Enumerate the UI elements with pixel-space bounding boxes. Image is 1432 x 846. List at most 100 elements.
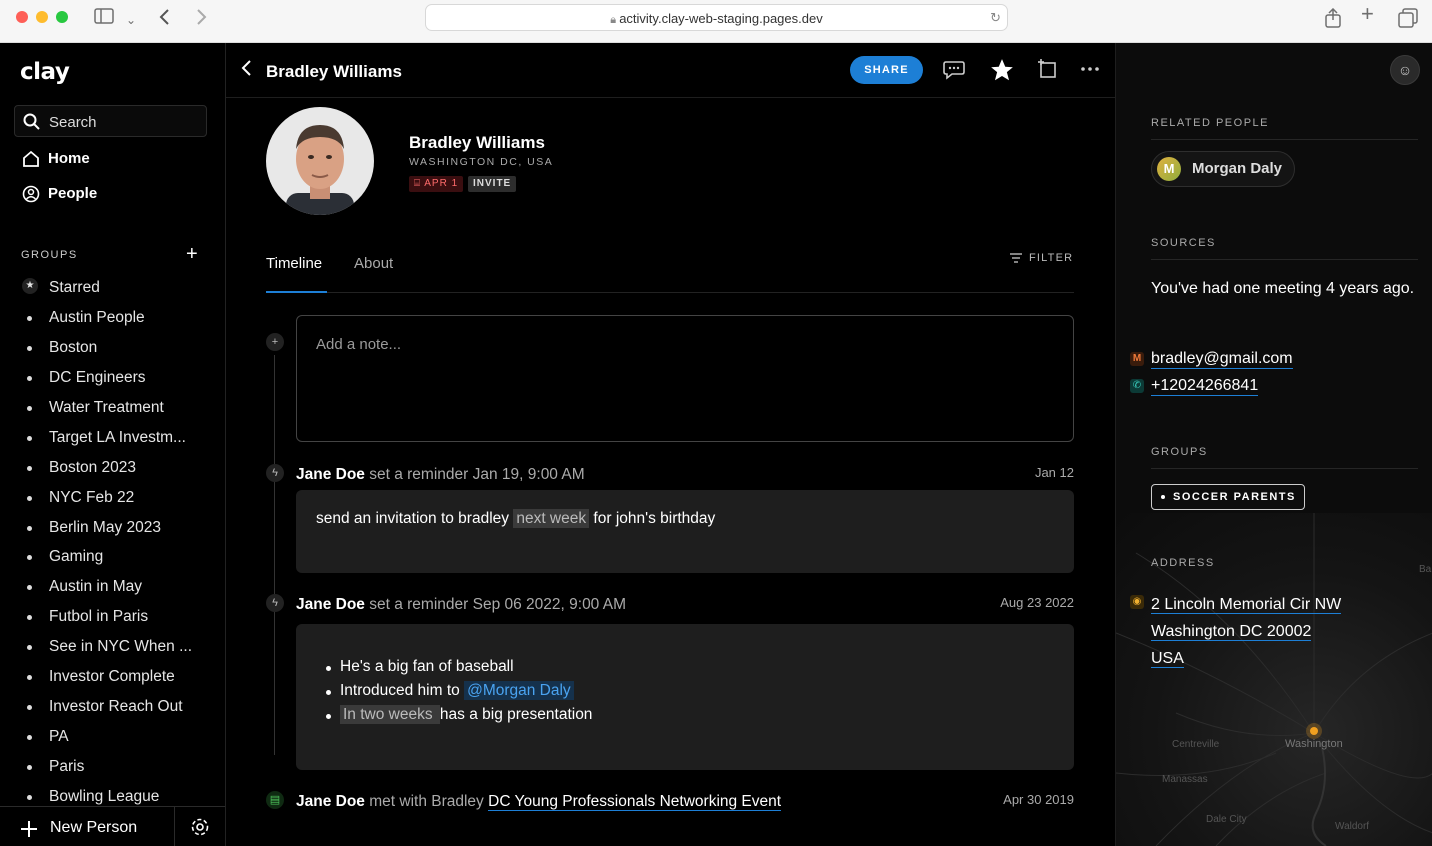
minimize-window-button[interactable] xyxy=(36,11,48,23)
sources-summary: You've had one meeting 4 years ago. xyxy=(1151,280,1415,297)
divider xyxy=(1151,139,1418,140)
entry-author[interactable]: Jane Doe xyxy=(296,466,365,483)
group-tag[interactable]: SOCCER PARENTS xyxy=(1151,484,1305,510)
address-line[interactable]: USA xyxy=(1151,650,1184,668)
filter-label: FILTER xyxy=(1029,252,1074,264)
invite-button[interactable]: INVITE xyxy=(468,176,517,192)
bullet-icon xyxy=(27,346,32,351)
bullet-icon xyxy=(27,436,32,441)
map-label: Dale City xyxy=(1206,814,1247,825)
reminder-card[interactable]: send an invitation to bradley next week … xyxy=(296,490,1074,573)
calendar-icon: ▤ xyxy=(266,791,284,809)
sidebar-footer: New Person xyxy=(0,806,225,846)
list-item: He's a big fan of baseball xyxy=(320,658,592,682)
map-label: Ba xyxy=(1419,564,1432,575)
bullet-icon xyxy=(27,645,32,650)
back-button[interactable] xyxy=(240,57,254,85)
tab-about[interactable]: About xyxy=(354,255,393,272)
more-options-icon[interactable] xyxy=(1078,57,1104,83)
map-label: Centreville xyxy=(1172,739,1220,750)
message-icon[interactable] xyxy=(942,57,968,83)
main-header: Bradley Williams SHARE xyxy=(226,43,1115,98)
birthday-badge-label: APR 1 xyxy=(424,178,459,189)
note-input[interactable]: Add a note... xyxy=(296,315,1074,442)
entry-author[interactable]: Jane Doe xyxy=(296,596,365,613)
back-icon[interactable] xyxy=(158,8,172,29)
entry-action: set a reminder Sep 06 2022, 9:00 AM xyxy=(369,596,627,613)
new-person-label: New Person xyxy=(50,819,138,836)
profile-avatar xyxy=(266,107,374,215)
list-item: Introduced him to @Morgan Daly xyxy=(320,681,592,706)
birthday-badge[interactable]: ⌸ APR 1 xyxy=(409,176,464,192)
phone-link[interactable]: +12024266841 xyxy=(1151,377,1259,396)
group-label: NYC Feb 22 xyxy=(49,489,135,506)
sidebar-toggle-icon[interactable] xyxy=(94,8,114,27)
nav-home-label: Home xyxy=(48,150,90,167)
home-icon xyxy=(23,150,39,167)
group-label: Target LA Investm... xyxy=(49,429,186,446)
divider xyxy=(1151,468,1418,469)
clay-logo[interactable]: clay xyxy=(20,59,70,85)
groups-heading: GROUPS xyxy=(1151,446,1208,458)
timeline-entry-header: Jane Doe met with Bradley DC Young Profe… xyxy=(296,793,782,811)
date-highlight: In two weeks xyxy=(340,705,440,724)
reminder-text-end: for john's birthday xyxy=(589,510,716,527)
bullet-icon xyxy=(27,795,32,800)
address-line-text: 2 Lincoln Memorial Cir NW xyxy=(1151,596,1342,614)
chevron-down-icon[interactable]: ⌄ xyxy=(126,11,136,29)
group-label: Austin People xyxy=(49,309,145,326)
bullet-icon xyxy=(27,526,32,531)
list-item: In two weeks has a big presentation xyxy=(320,705,592,730)
settings-button[interactable] xyxy=(174,807,225,846)
maximize-window-button[interactable] xyxy=(56,11,68,23)
bullet-icon xyxy=(27,316,32,321)
group-label: PA xyxy=(49,728,69,745)
profile-location: WASHINGTON DC, USA xyxy=(409,156,554,168)
address-heading: ADDRESS xyxy=(1151,557,1215,569)
reminder-text: send an invitation to bradley next week … xyxy=(316,509,716,528)
share-sheet-icon[interactable] xyxy=(1324,7,1342,31)
map-label: Manassas xyxy=(1162,774,1208,785)
star-icon[interactable] xyxy=(989,57,1015,83)
related-person-chip[interactable]: M Morgan Daly xyxy=(1151,151,1296,187)
entry-author[interactable]: Jane Doe xyxy=(296,793,365,810)
new-tab-icon[interactable]: + xyxy=(1361,3,1374,25)
forward-icon[interactable] xyxy=(194,8,208,29)
bullet-icon xyxy=(27,615,32,620)
reminder-card[interactable]: He's a big fan of baseball Introduced hi… xyxy=(296,624,1074,770)
tab-timeline[interactable]: Timeline xyxy=(266,255,322,272)
timeline-track xyxy=(274,355,275,755)
bullet-icon xyxy=(27,675,32,680)
groups-heading: GROUPS xyxy=(21,249,78,261)
divider xyxy=(1151,259,1418,260)
event-link[interactable]: DC Young Professionals Networking Event xyxy=(488,793,782,811)
entry-date: Apr 30 2019 xyxy=(1003,792,1074,807)
address-line[interactable]: Washington DC 20002 xyxy=(1151,623,1312,641)
search-input[interactable]: Search xyxy=(14,105,207,137)
group-label: Paris xyxy=(49,758,85,775)
reload-icon[interactable]: ↻ xyxy=(990,10,1001,26)
location-pin-icon: ◉ xyxy=(1130,595,1144,609)
tab-overview-icon[interactable] xyxy=(1398,8,1418,31)
star-icon: ★ xyxy=(22,278,38,294)
add-note-icon[interactable]: + xyxy=(266,333,284,351)
group-label: Austin in May xyxy=(49,578,143,595)
email-link[interactable]: bradley@gmail.com xyxy=(1151,350,1293,369)
address-bar[interactable]: 🔒︎ activity.clay-web-staging.pages.dev ↻ xyxy=(425,4,1008,31)
url-value: activity.clay-web-staging.pages.dev xyxy=(619,11,823,26)
close-window-button[interactable] xyxy=(16,11,28,23)
group-label: Investor Reach Out xyxy=(49,698,183,715)
add-group-button[interactable]: + xyxy=(186,243,198,266)
group-label: Berlin May 2023 xyxy=(49,519,162,536)
assistant-face-icon[interactable]: ☺ xyxy=(1390,55,1420,85)
browser-toolbar: ⌄ 🔒︎ activity.clay-web-staging.pages.dev… xyxy=(0,0,1432,43)
person-mention-link[interactable]: @Morgan Daly xyxy=(464,681,574,700)
group-label: Investor Complete xyxy=(49,668,175,685)
share-button[interactable]: SHARE xyxy=(850,56,923,84)
bullet-icon xyxy=(27,705,32,710)
group-label: Boston 2023 xyxy=(49,459,137,476)
address-line[interactable]: 2 Lincoln Memorial Cir NW xyxy=(1151,596,1342,614)
map-label: Washington xyxy=(1285,738,1343,750)
entry-action: met with Bradley xyxy=(369,793,484,810)
merge-icon[interactable] xyxy=(1036,57,1062,83)
